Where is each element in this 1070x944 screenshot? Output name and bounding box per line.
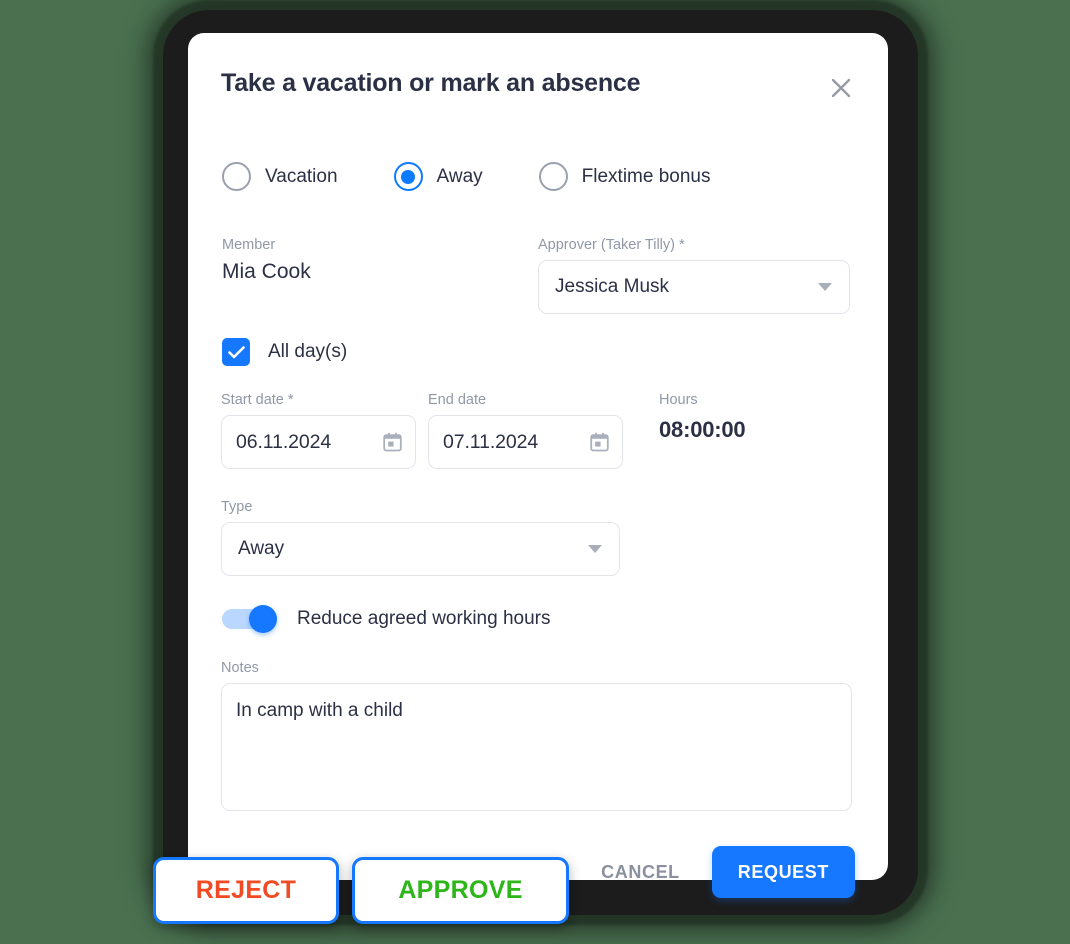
- notes-field: Notes: [220, 660, 856, 816]
- member-field: Member Mia Cook: [220, 237, 538, 314]
- reduce-hours-label: Reduce agreed working hours: [297, 608, 551, 629]
- radio-option-away[interactable]: Away: [393, 162, 483, 191]
- request-button[interactable]: REQUEST: [711, 846, 855, 898]
- reduce-hours-toggle[interactable]: [222, 609, 274, 629]
- radio-label-away: Away: [436, 165, 483, 187]
- radio-circle-selected-icon: [393, 162, 423, 191]
- radio-circle-icon: [222, 162, 251, 191]
- member-approver-row: Member Mia Cook Approver (Taker Tilly) *…: [220, 237, 856, 314]
- member-label: Member: [222, 237, 276, 253]
- end-date-value: 07.11.2024: [443, 430, 539, 453]
- close-button[interactable]: [824, 71, 858, 105]
- chevron-down-icon: [818, 283, 832, 291]
- all-days-checkbox-row[interactable]: All day(s): [220, 338, 347, 366]
- end-date-field: End date 07.11.2024: [428, 392, 623, 469]
- approver-selected-value: Jessica Musk: [555, 276, 670, 297]
- all-days-checkbox[interactable]: [222, 338, 250, 366]
- absence-type-radio-group: Vacation Away Flextime bonus: [220, 162, 856, 191]
- approver-select[interactable]: Jessica Musk: [538, 260, 850, 314]
- start-date-value: 06.11.2024: [236, 430, 332, 453]
- dialog-header: Take a vacation or mark an absence: [220, 69, 856, 113]
- radio-label-flextime-bonus: Flextime bonus: [581, 165, 711, 187]
- radio-option-flextime-bonus[interactable]: Flextime bonus: [538, 162, 711, 191]
- chevron-down-icon: [588, 545, 602, 553]
- calendar-icon[interactable]: [590, 432, 609, 452]
- reject-button[interactable]: REJECT: [153, 857, 339, 924]
- start-date-field: Start date * 06.11.2024: [221, 392, 416, 469]
- close-icon: [831, 78, 851, 98]
- floating-action-bar: REJECT APPROVE: [153, 857, 569, 924]
- approver-label: Approver (Taker Tilly) *: [538, 237, 685, 253]
- cancel-button[interactable]: CANCEL: [591, 850, 690, 895]
- absence-request-dialog: Take a vacation or mark an absence Vacat…: [188, 33, 888, 898]
- calendar-icon[interactable]: [383, 432, 402, 452]
- end-date-label: End date: [428, 392, 487, 408]
- radio-label-vacation: Vacation: [265, 165, 338, 187]
- member-value: Mia Cook: [222, 260, 311, 283]
- all-days-label: All day(s): [268, 341, 348, 362]
- dates-row: Start date * 06.11.2024 End date 07.11.2…: [220, 392, 856, 469]
- reduce-hours-toggle-row[interactable]: Reduce agreed working hours: [220, 608, 551, 630]
- hours-field: Hours 08:00:00: [659, 392, 746, 469]
- radio-circle-icon: [538, 162, 568, 191]
- end-date-input[interactable]: 07.11.2024: [428, 415, 623, 469]
- approver-field: Approver (Taker Tilly) * Jessica Musk: [538, 237, 850, 314]
- notes-label: Notes: [221, 660, 259, 676]
- type-label: Type: [221, 499, 253, 515]
- radio-option-vacation[interactable]: Vacation: [222, 162, 338, 191]
- hours-value: 08:00:00: [659, 417, 746, 442]
- notes-input[interactable]: [221, 683, 852, 811]
- page-title: Take a vacation or mark an absence: [221, 69, 641, 97]
- check-icon: [227, 345, 245, 358]
- type-selected-value: Away: [238, 538, 285, 559]
- type-select[interactable]: Away: [221, 522, 620, 576]
- start-date-label: Start date *: [221, 392, 294, 408]
- start-date-input[interactable]: 06.11.2024: [221, 415, 416, 469]
- type-field: Type Away: [220, 499, 620, 576]
- hours-label: Hours: [659, 392, 698, 408]
- approve-button[interactable]: APPROVE: [352, 857, 569, 924]
